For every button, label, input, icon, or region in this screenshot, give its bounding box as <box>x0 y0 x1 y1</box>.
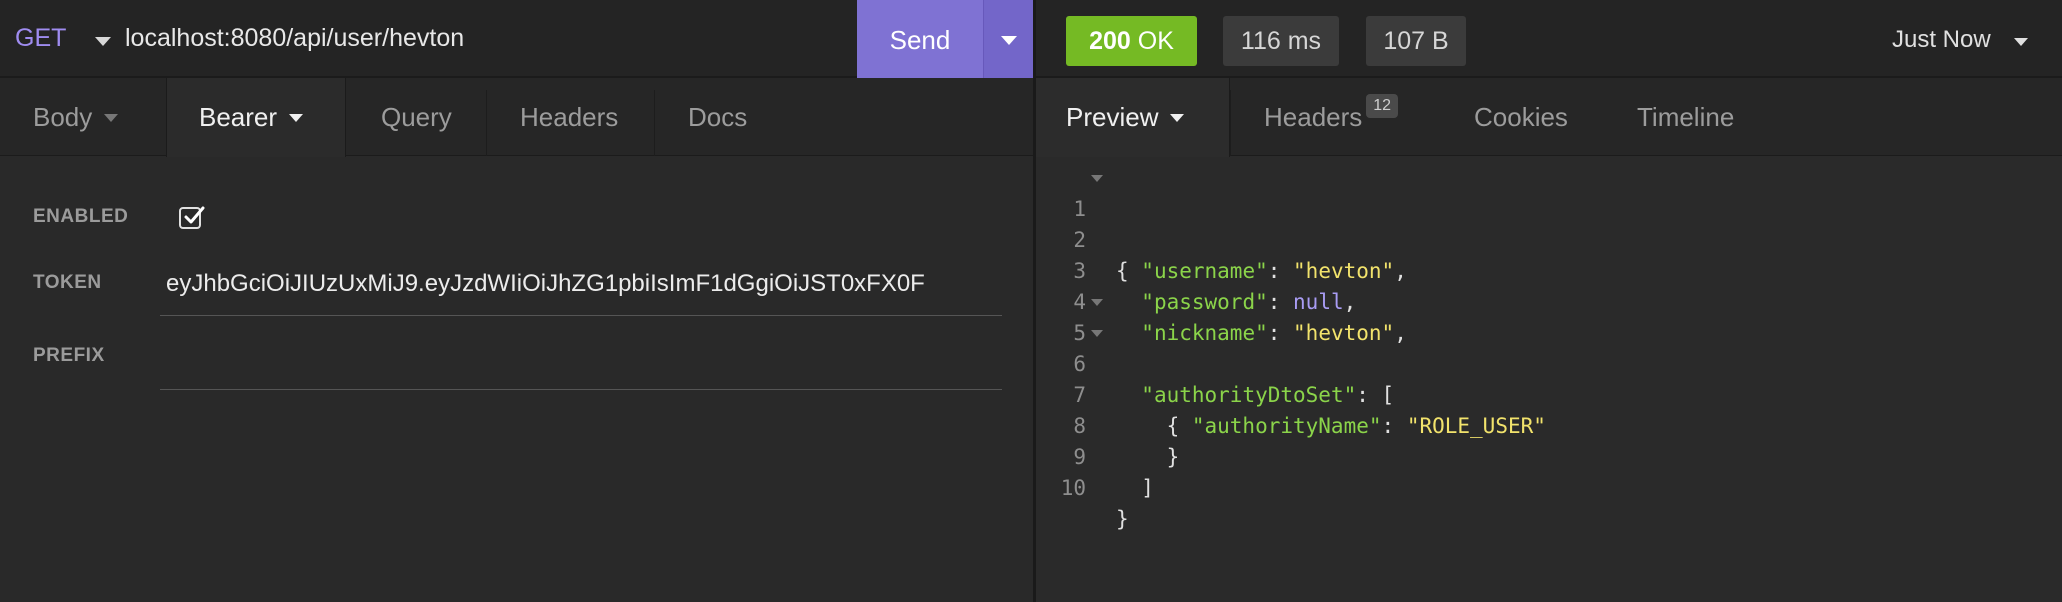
json-value: null <box>1293 290 1344 314</box>
tab-docs[interactable]: Docs <box>688 78 747 156</box>
history-dropdown[interactable]: Just Now <box>1892 26 1991 54</box>
chevron-down-icon[interactable] <box>2014 38 2028 46</box>
json-key: "password" <box>1141 290 1268 314</box>
fold-toggle-icon[interactable] <box>1091 175 1103 182</box>
tab-label: Cookies <box>1474 102 1568 132</box>
tab-timeline[interactable]: Timeline <box>1637 78 1734 156</box>
code-line: 7 "authorityName": "ROLE_USER" <box>1036 349 1546 438</box>
code-line: 9 ] <box>1036 411 1154 500</box>
chevron-down-icon <box>1170 113 1185 122</box>
tab-divider <box>1230 90 1231 156</box>
tab-label: Docs <box>688 102 748 132</box>
send-button[interactable]: Send <box>857 0 983 78</box>
tab-label: Body <box>33 102 93 132</box>
code-line: 10 } <box>1036 442 1129 531</box>
request-pane: GET localhost:8080/api/user/hevton Send … <box>0 0 1033 602</box>
chevron-down-icon <box>104 113 119 122</box>
tab-cookies[interactable]: Cookies <box>1474 78 1568 156</box>
chevron-down-icon <box>289 113 304 122</box>
tab-body[interactable]: Body <box>33 78 119 156</box>
line-number: 10 <box>1060 476 1086 500</box>
chevron-down-icon <box>1001 36 1017 45</box>
code-line: 2 "username": "hevton", <box>1036 194 1407 283</box>
tab-divider <box>486 90 487 156</box>
code-line: 3 "password": null, <box>1036 225 1356 314</box>
tab-label: Headers <box>1264 102 1363 132</box>
checkmark-icon <box>184 206 205 224</box>
json-key: "authorityDtoSet" <box>1141 383 1357 407</box>
code-line: 8 } <box>1036 380 1179 469</box>
fold-toggle-icon[interactable] <box>1091 330 1103 337</box>
tab-divider <box>654 90 655 156</box>
tab-label: Bearer <box>199 102 278 132</box>
code-line: 1 { <box>1036 163 1129 283</box>
json-value: "ROLE_USER" <box>1406 414 1546 438</box>
headers-count-badge: 12 <box>1366 94 1399 118</box>
status-text: OK <box>1137 27 1174 55</box>
code-line: 4 "nickname": "hevton", <box>1036 256 1407 345</box>
tab-query[interactable]: Query <box>381 78 452 156</box>
method-selector[interactable]: GET <box>15 24 66 53</box>
code-line: 5 "authorityDtoSet": [ <box>1036 287 1394 407</box>
method-dropdown-icon[interactable] <box>95 37 111 46</box>
tab-label: Timeline <box>1637 102 1735 132</box>
status-badge: 200 OK <box>1066 16 1197 66</box>
tab-label: Preview <box>1066 102 1159 132</box>
json-key: "authorityName" <box>1191 414 1382 438</box>
tab-bearer[interactable]: Bearer <box>166 78 346 157</box>
response-tabs: Preview Headers 12 Cookies Timeline <box>1036 78 2062 157</box>
prefix-input[interactable] <box>160 327 1002 390</box>
request-tabs: Body Bearer Query Headers Docs <box>0 78 1033 157</box>
response-time-badge: 116 ms <box>1223 16 1339 66</box>
response-pane: 200 OK 116 ms 107 B Just Now Preview Hea… <box>1036 0 2062 602</box>
json-value: "hevton" <box>1293 259 1395 283</box>
tab-response-headers[interactable]: Headers 12 <box>1264 78 1399 156</box>
tab-label: Headers <box>520 102 619 132</box>
json-key: "nickname" <box>1141 321 1268 345</box>
status-code: 200 <box>1089 27 1131 55</box>
token-input[interactable]: eyJhbGciOiJIUzUxMiJ9.eyJzdWIiOiJhZG1pbiI… <box>160 253 1002 316</box>
url-bar: GET localhost:8080/api/user/hevton Send <box>0 0 1033 78</box>
response-status-bar: 200 OK 116 ms 107 B Just Now <box>1036 0 2062 78</box>
prefix-label: PREFIX <box>33 345 105 366</box>
enabled-checkbox[interactable] <box>179 206 205 229</box>
json-value: "hevton" <box>1293 321 1395 345</box>
enabled-label: ENABLED <box>33 206 129 227</box>
json-key: "username" <box>1141 259 1268 283</box>
response-size-badge: 107 B <box>1366 16 1466 66</box>
tab-preview[interactable]: Preview <box>1036 78 1230 157</box>
url-input[interactable]: localhost:8080/api/user/hevton <box>125 24 464 53</box>
send-options-button[interactable] <box>983 0 1033 78</box>
code-line: 6 { <box>1036 318 1179 438</box>
tab-label: Query <box>381 102 452 132</box>
tab-headers[interactable]: Headers <box>520 78 618 156</box>
fold-toggle-icon[interactable] <box>1091 299 1103 306</box>
token-label: TOKEN <box>33 272 102 293</box>
